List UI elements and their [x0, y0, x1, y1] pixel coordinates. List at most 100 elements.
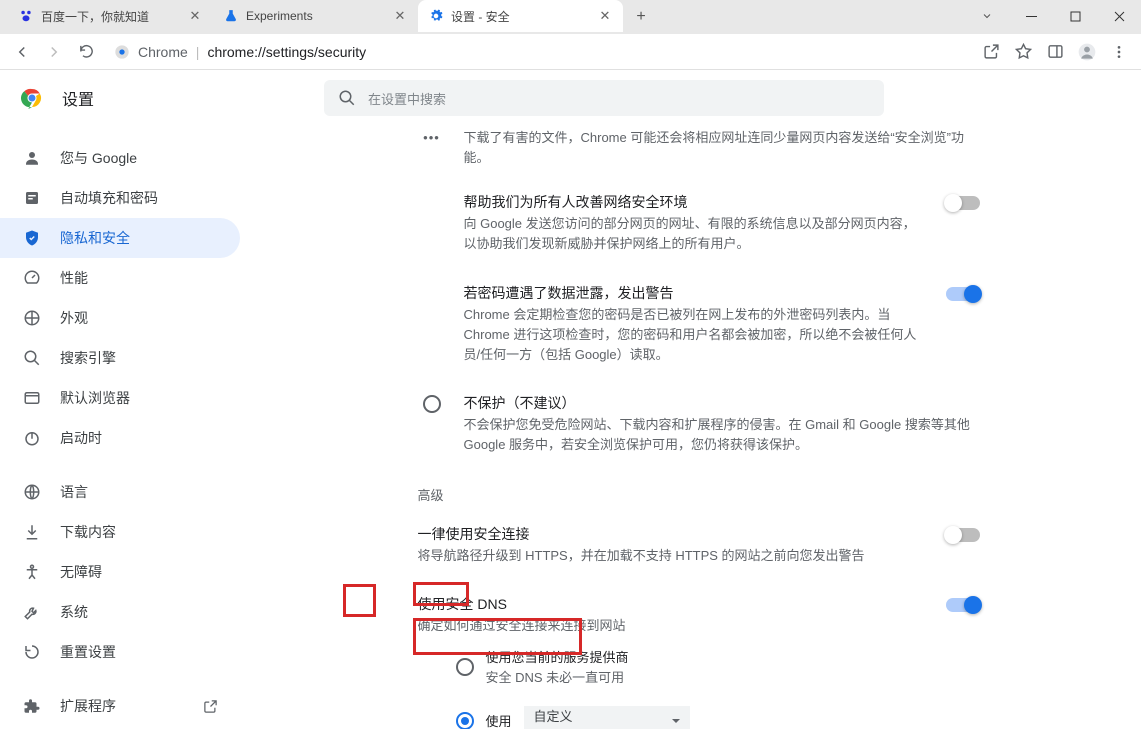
close-window-button[interactable] — [1097, 0, 1141, 32]
sidebar-item-performance[interactable]: 性能 — [0, 258, 240, 298]
sidebar-item-extensions[interactable]: 扩展程序 — [0, 686, 240, 726]
extension-icon — [22, 696, 42, 716]
tab-experiments[interactable]: Experiments ✕ — [213, 0, 418, 32]
option-always-https: 一律使用安全连接 将导航路径升级到 HTTPS，并在加载不支持 HTTPS 的网… — [410, 510, 988, 580]
radio-dns-custom[interactable] — [456, 712, 474, 729]
option-help-improve: 帮助我们为所有人改善网络安全环境 向 Google 发送您访问的部分网页的网址、… — [410, 178, 988, 268]
shield-icon — [22, 228, 42, 248]
side-panel-icon[interactable] — [1041, 38, 1069, 66]
toggle-secure-dns[interactable] — [946, 598, 980, 612]
option-title: 不保护（不建议） — [464, 393, 980, 413]
toggle-help-improve[interactable] — [946, 196, 980, 210]
dns-use-label: 使用 — [486, 711, 512, 729]
new-tab-button[interactable]: + — [627, 3, 655, 31]
forward-button[interactable] — [40, 38, 68, 66]
sidebar-item-languages[interactable]: 语言 — [0, 472, 240, 512]
back-button[interactable] — [8, 38, 36, 66]
option-no-protection[interactable]: 不保护（不建议） 不会保护您免受危险网站、下载内容和扩展程序的侵害。在 Gmai… — [410, 379, 988, 469]
sidebar-item-you-and-google[interactable]: 您与 Google — [0, 138, 240, 178]
sidebar-item-label: 下载内容 — [60, 522, 116, 542]
address-bar: Chrome | chrome://settings/security — [0, 34, 1141, 70]
option-desc: 不会保护您免受危险网站、下载内容和扩展程序的侵害。在 Gmail 和 Googl… — [464, 415, 980, 455]
radio-no-protection[interactable] — [423, 395, 441, 413]
dns-provider-dropdown[interactable]: 自定义 — [524, 706, 690, 729]
toggle-always-https[interactable] — [946, 528, 980, 542]
sidebar-item-search-engine[interactable]: 搜索引擎 — [0, 338, 240, 378]
close-icon[interactable]: ✕ — [597, 8, 613, 24]
share-icon[interactable] — [977, 38, 1005, 66]
sidebar-item-label: 外观 — [60, 308, 88, 328]
sidebar-item-label: 扩展程序 — [60, 696, 116, 716]
sidebar-item-label: 搜索引擎 — [60, 348, 116, 368]
more-icon[interactable]: ••• — [421, 130, 443, 145]
option-title: 使用您当前的服务提供商 — [486, 647, 629, 666]
option-secure-dns: 使用安全 DNS 确定如何通过安全连接来连接到网站 — [410, 580, 988, 642]
option-desc: 确定如何通过安全连接来连接到网站 — [418, 616, 918, 636]
radio-dns-current[interactable] — [456, 658, 474, 676]
wrench-icon — [22, 602, 42, 622]
sidebar-item-downloads[interactable]: 下载内容 — [0, 512, 240, 552]
tab-title: 设置 - 安全 — [451, 8, 590, 25]
option-password-leak: 若密码遭遇了数据泄露，发出警告 Chrome 会定期检查您的密码是否已被列在网上… — [410, 269, 988, 379]
globe-icon — [22, 482, 42, 502]
sidebar-item-system[interactable]: 系统 — [0, 592, 240, 632]
reset-icon — [22, 642, 42, 662]
sidebar-item-default-browser[interactable]: 默认浏览器 — [0, 378, 240, 418]
tab-title: Experiments — [246, 9, 385, 23]
browser-icon — [22, 388, 42, 408]
external-link-icon — [203, 699, 218, 714]
sidebar-item-label: 重置设置 — [60, 642, 116, 662]
sidebar-item-label: 隐私和安全 — [60, 228, 130, 248]
gear-favicon-icon — [428, 8, 444, 24]
settings-search[interactable]: 在设置中搜索 — [324, 80, 884, 116]
minimize-button[interactable] — [1009, 0, 1053, 32]
chevron-down-icon[interactable] — [965, 0, 1009, 32]
sidebar-item-autofill[interactable]: 自动填充和密码 — [0, 178, 240, 218]
maximize-button[interactable] — [1053, 0, 1097, 32]
sidebar-item-label: 无障碍 — [60, 562, 102, 582]
sidebar-item-label: 默认浏览器 — [60, 388, 130, 408]
address-field[interactable]: Chrome | chrome://settings/security — [104, 38, 973, 66]
sidebar-item-appearance[interactable]: 外观 — [0, 298, 240, 338]
section-advanced: 高级 — [410, 469, 988, 510]
menu-icon[interactable] — [1105, 38, 1133, 66]
tab-title: 百度一下，你就知道 — [41, 8, 180, 25]
palette-icon — [22, 308, 42, 328]
option-title: 使用安全 DNS — [418, 594, 918, 614]
option-desc: 安全 DNS 未必一直可用 — [486, 668, 629, 688]
window-controls — [965, 0, 1141, 32]
search-icon — [22, 348, 42, 368]
option-desc: 将导航路径升级到 HTTPS，并在加载不支持 HTTPS 的网站之前向您发出警告 — [418, 546, 918, 566]
profile-icon[interactable] — [1073, 38, 1101, 66]
option-title: 帮助我们为所有人改善网络安全环境 — [464, 192, 918, 212]
browser-tabs: 百度一下，你就知道 ✕ Experiments ✕ 设置 - 安全 ✕ + — [0, 0, 655, 34]
sidebar-item-privacy-security[interactable]: 隐私和安全 — [0, 218, 240, 258]
sidebar-item-label: 自动填充和密码 — [60, 188, 158, 208]
person-icon — [22, 148, 42, 168]
window-titlebar: 百度一下，你就知道 ✕ Experiments ✕ 设置 - 安全 ✕ + — [0, 0, 1141, 34]
option-desc: Chrome 会定期检查您的密码是否已被列在网上发布的外泄密码列表内。当 Chr… — [464, 305, 918, 365]
close-icon[interactable]: ✕ — [187, 8, 203, 24]
dropdown-value: 自定义 — [534, 709, 573, 724]
speedometer-icon — [22, 268, 42, 288]
dns-option-current-provider[interactable]: 使用您当前的服务提供商 安全 DNS 未必一直可用 — [456, 643, 988, 692]
tab-baidu[interactable]: 百度一下，你就知道 ✕ — [8, 0, 213, 32]
sidebar-item-reset[interactable]: 重置设置 — [0, 632, 240, 672]
download-icon — [22, 522, 42, 542]
sidebar-item-label: 启动时 — [60, 428, 102, 448]
sidebar-item-label: 您与 Google — [60, 148, 137, 168]
separator: | — [196, 44, 200, 60]
sidebar-item-on-startup[interactable]: 启动时 — [0, 418, 240, 458]
sidebar-item-label: 性能 — [60, 268, 88, 288]
scheme-label: Chrome — [138, 44, 188, 60]
sidebar-item-accessibility[interactable]: 无障碍 — [0, 552, 240, 592]
tab-settings[interactable]: 设置 - 安全 ✕ — [418, 0, 623, 32]
bookmark-icon[interactable] — [1009, 38, 1037, 66]
option-desc: 向 Google 发送您访问的部分网页的网址、有限的系统信息以及部分网页内容，以… — [464, 214, 918, 254]
power-icon — [22, 428, 42, 448]
autofill-icon — [22, 188, 42, 208]
dns-option-custom[interactable]: 使用 自定义 — [456, 702, 988, 729]
close-icon[interactable]: ✕ — [392, 8, 408, 24]
toggle-password-leak[interactable] — [946, 287, 980, 301]
reload-button[interactable] — [72, 38, 100, 66]
